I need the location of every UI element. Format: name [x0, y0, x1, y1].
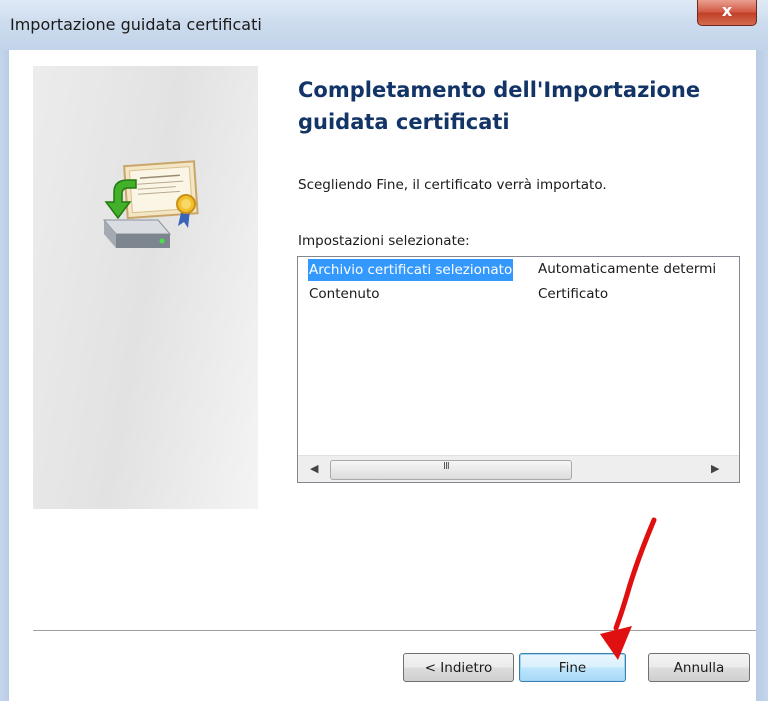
window-title: Importazione guidata certificati	[10, 15, 262, 34]
list-item[interactable]: Contenuto Certificato	[298, 284, 739, 306]
title-bar[interactable]: Importazione guidata certificati x	[0, 0, 768, 50]
setting-name-cell[interactable]: Archivio certificati selezionato	[308, 259, 514, 281]
scrollbar-thumb[interactable]: III	[330, 460, 572, 480]
page-title: Completamento dell'Importazione guidata …	[298, 78, 701, 134]
horizontal-scrollbar[interactable]: ◀ III ▶	[298, 455, 739, 482]
wizard-side-panel	[33, 66, 258, 509]
setting-value-cell[interactable]: Automaticamente determi	[538, 261, 716, 277]
scroll-right-icon[interactable]: ▶	[711, 462, 719, 475]
settings-list[interactable]: Archivio certificati selezionato Automat…	[297, 256, 740, 483]
scroll-grip-icon: III	[443, 461, 450, 472]
close-button[interactable]: x	[697, 0, 757, 26]
settings-label: Impostazioni selezionate:	[298, 233, 470, 249]
footer-divider	[33, 630, 756, 632]
scroll-left-icon[interactable]: ◀	[310, 462, 318, 475]
cancel-button[interactable]: Annulla	[648, 653, 750, 682]
finish-button[interactable]: Fine	[519, 653, 626, 682]
close-icon: x	[721, 1, 733, 20]
back-button[interactable]: < Indietro	[403, 653, 514, 682]
certificate-import-icon	[102, 160, 199, 248]
wizard-content: Completamento dell'Importazione guidata …	[9, 50, 756, 701]
setting-value-cell[interactable]: Certificato	[538, 286, 608, 302]
window-frame-right	[756, 50, 768, 701]
certificate-import-wizard-window: Importazione guidata certificati x Compl…	[0, 0, 768, 701]
window-frame-left	[0, 50, 9, 701]
setting-name-cell[interactable]: Contenuto	[309, 286, 380, 302]
list-item[interactable]: Archivio certificati selezionato Automat…	[298, 259, 739, 281]
description-text: Scegliendo Fine, il certificato verrà im…	[298, 177, 607, 193]
